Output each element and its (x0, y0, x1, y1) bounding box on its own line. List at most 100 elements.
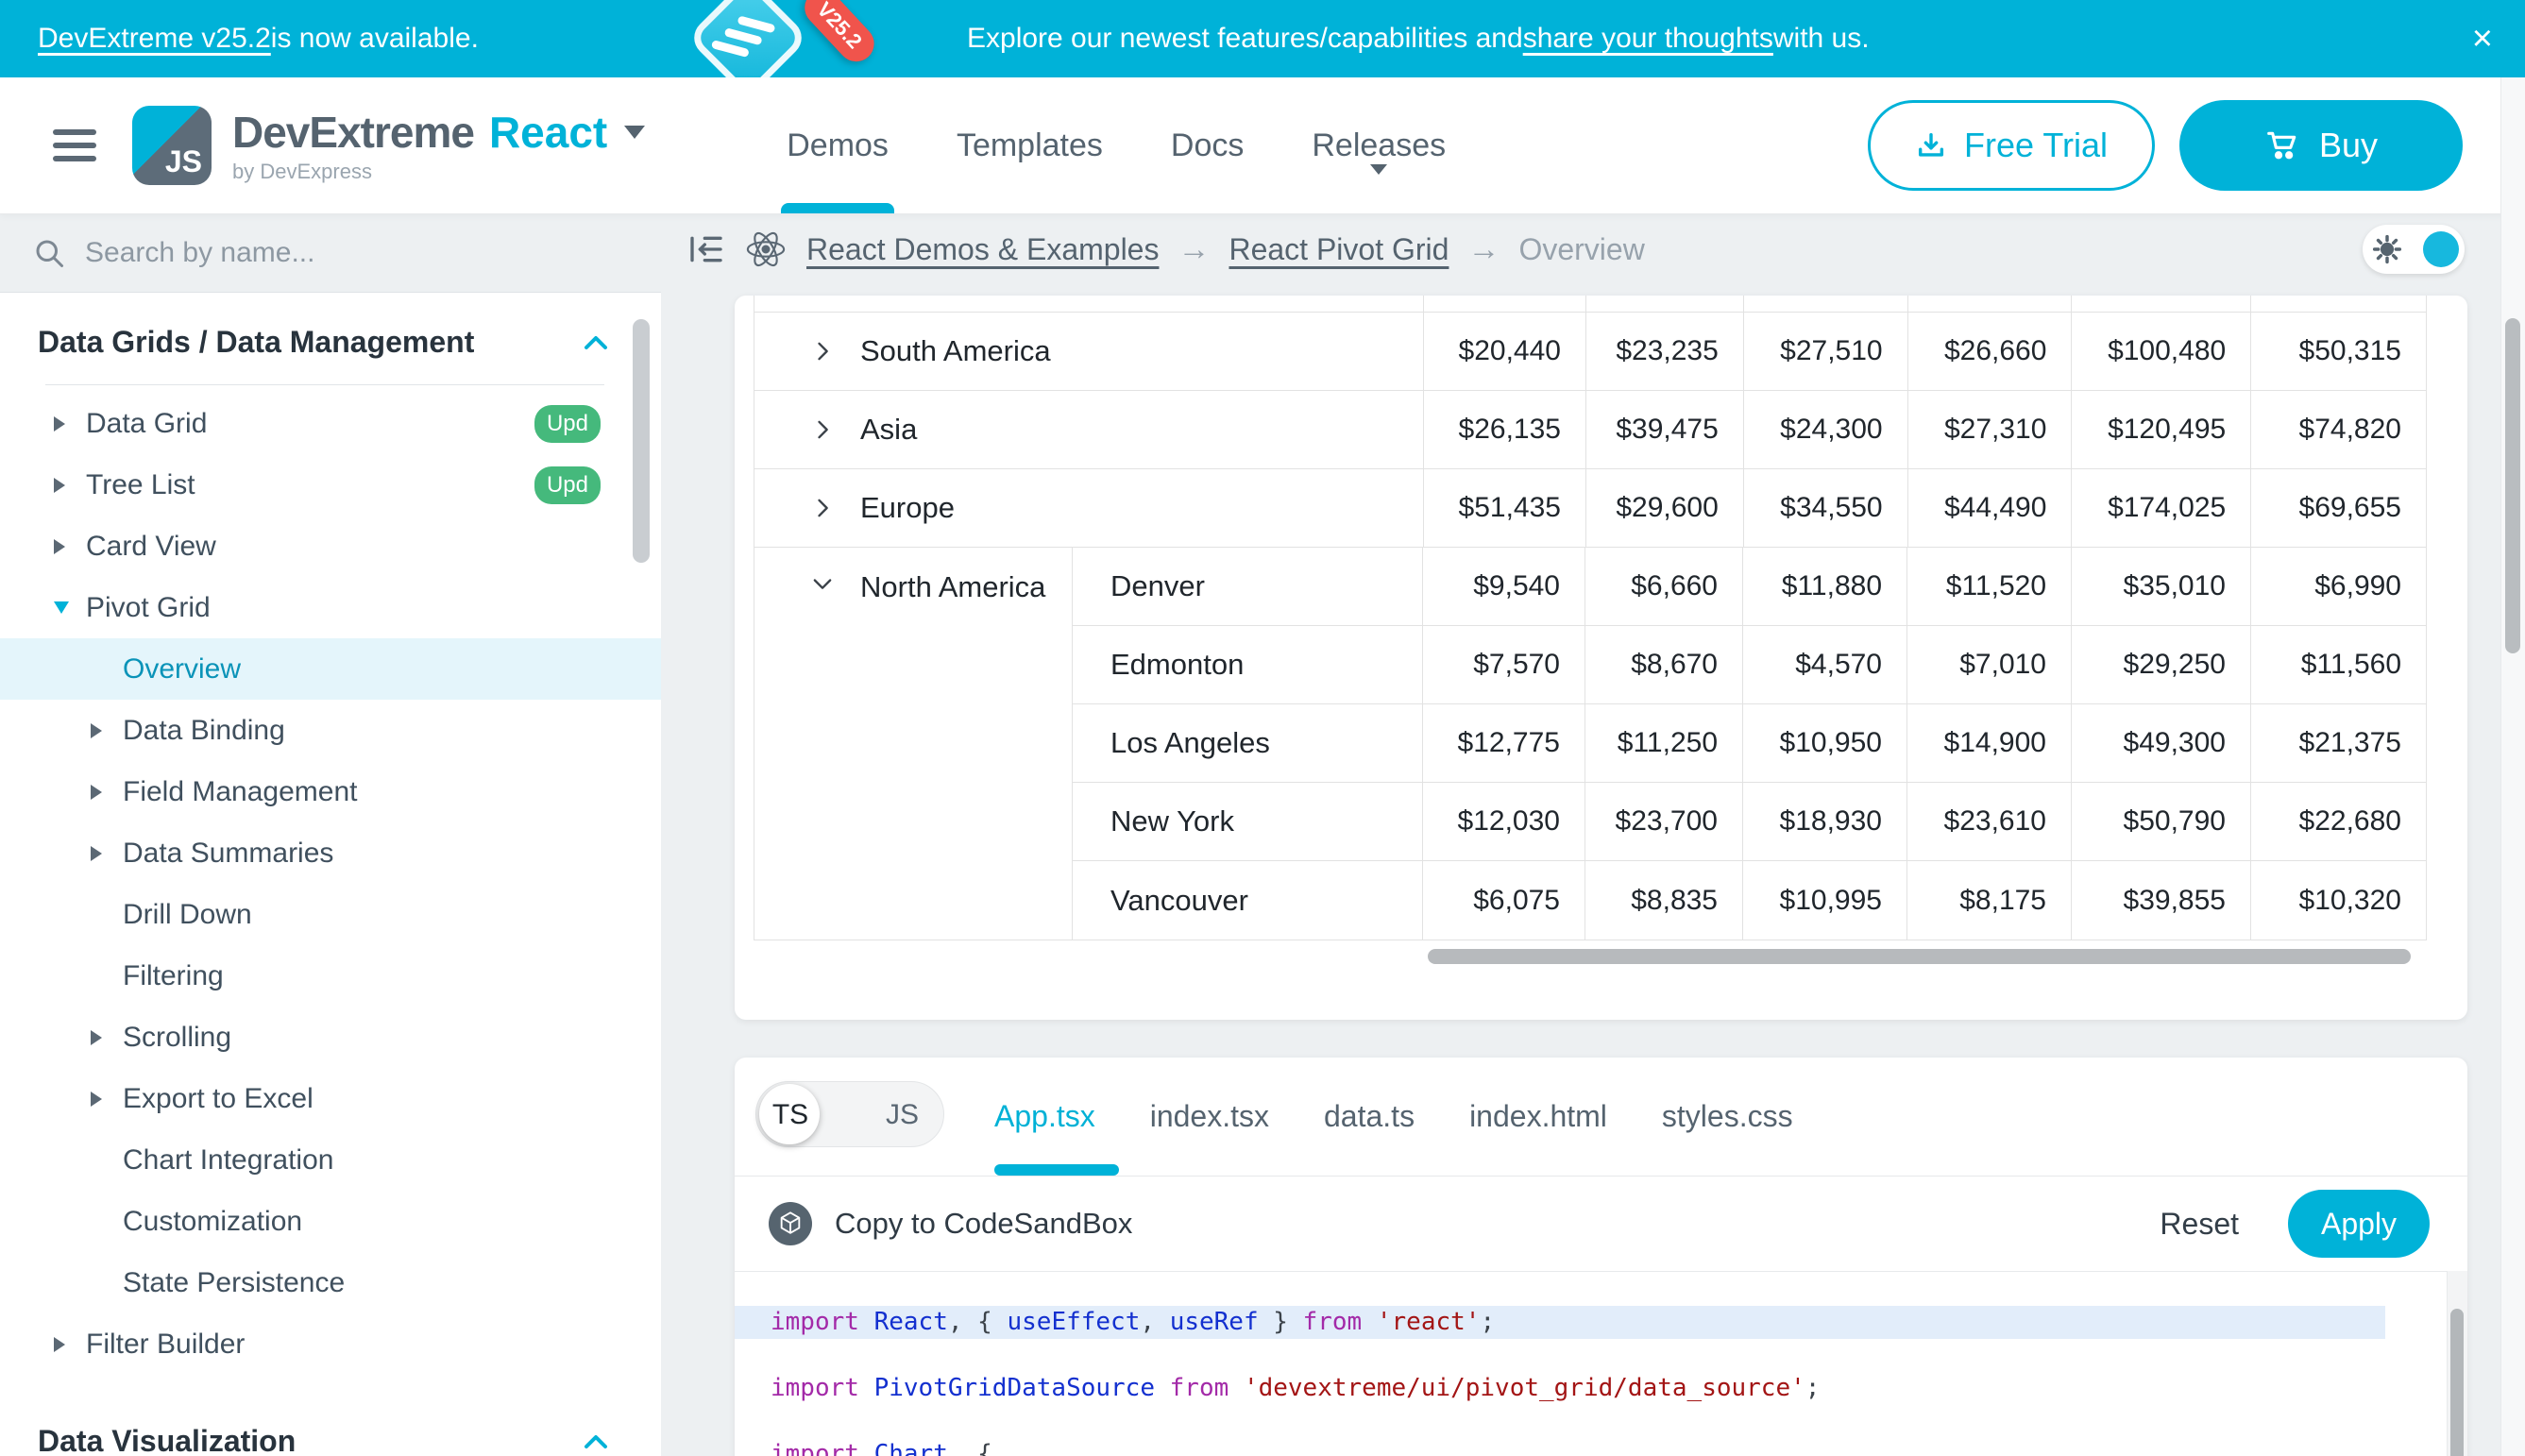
reset-button[interactable]: Reset (2160, 1207, 2239, 1242)
sidebar-item-filter-builder[interactable]: Filter Builder (0, 1313, 661, 1375)
tab-styles-css[interactable]: styles.css (1662, 1099, 1793, 1134)
apply-button[interactable]: Apply (2288, 1190, 2430, 1258)
tab-index-html[interactable]: index.html (1469, 1099, 1607, 1134)
lang-ts[interactable]: TS (756, 1082, 824, 1148)
divider (45, 384, 604, 385)
collapsed-arrow-icon (91, 723, 123, 738)
tab-data-ts[interactable]: data.ts (1324, 1099, 1415, 1134)
code-file-tabs: App.tsx index.tsx data.ts index.html styles.… (994, 1058, 1793, 1176)
breadcrumb-pivot-grid-link[interactable]: React Pivot Grid (1229, 232, 1449, 267)
main-content: React Demos & Examples → React Pivot Gri… (661, 213, 2525, 1456)
hamburger-menu-icon[interactable] (53, 122, 96, 169)
code-line (735, 1405, 2439, 1438)
pivot-value-cell: $11,560 (2250, 626, 2426, 703)
pivot-value-cell: $26,135 (1423, 391, 1585, 468)
tab-index-tsx[interactable]: index.tsx (1150, 1099, 1269, 1134)
content-shell: Data Grids / Data Management Data GridUp… (0, 213, 2525, 1456)
banner-close-icon[interactable]: × (2472, 0, 2493, 77)
section-header-data-visualization[interactable]: Data Visualization (0, 1392, 661, 1456)
pivot-value-cell: $51,435 (1423, 469, 1585, 547)
pivot-value-cell: $10,320 (2250, 861, 2426, 940)
sidebar-item-tree-list[interactable]: Tree ListUpd (0, 454, 661, 516)
sidebar-item-data-binding[interactable]: Data Binding (0, 700, 661, 761)
sidebar-item-field-management[interactable]: Field Management (0, 761, 661, 822)
breadcrumb-separator: → (1467, 231, 1500, 268)
expand-chevron-icon[interactable] (809, 338, 836, 364)
language-toggle[interactable]: TS JS (755, 1081, 944, 1147)
banner-message-pre: Explore our newest features/capabilities… (967, 23, 1523, 55)
sidebar-scrollbar[interactable] (633, 319, 650, 563)
share-thoughts-link[interactable]: share your thoughts (1523, 23, 1773, 55)
nav-item-templates[interactable]: Templates (957, 77, 1103, 213)
page-scrollbar[interactable] (2505, 318, 2520, 653)
nav-item-demos[interactable]: Demos (787, 77, 889, 213)
pivot-value-cell: $11,250 (1584, 704, 1742, 782)
pivot-row-los-angeles: Los Angeles$12,775$11,250$10,950$14,900$… (1072, 704, 2426, 783)
expanded-arrow-icon (54, 601, 86, 614)
active-tab-underline (994, 1164, 1119, 1176)
sidebar-item-label: Pivot Grid (86, 592, 211, 624)
byline: by DevExpress (232, 160, 645, 184)
expand-chevron-icon[interactable] (809, 495, 836, 521)
pivot-row-new-york: New York$12,030$23,700$18,930$23,610$50,… (1072, 783, 2426, 861)
pivot-value-cell: $44,490 (1907, 469, 2072, 547)
announcement-link[interactable]: DevExtreme v25.2 (38, 23, 271, 55)
buy-button[interactable]: Buy (2179, 100, 2463, 191)
pivot-city-label-cell: Edmonton (1072, 626, 1422, 703)
sidebar-item-label: Export to Excel (123, 1083, 314, 1115)
pivot-value-cell: $174,025 (2071, 469, 2250, 547)
sidebar-item-overview[interactable]: Overview (0, 638, 661, 700)
pivot-value-cell: $50,315 (2250, 313, 2426, 390)
sidebar-item-scrolling[interactable]: Scrolling (0, 1007, 661, 1068)
search-icon (32, 236, 66, 270)
sidebar-item-card-view[interactable]: Card View (0, 516, 661, 577)
active-nav-underline (781, 203, 894, 213)
free-trial-button[interactable]: Free Trial (1868, 100, 2155, 191)
pivot-value-cell: $8,175 (1906, 861, 2071, 940)
sidebar-item-filtering[interactable]: Filtering (0, 945, 661, 1007)
sidebar-item-drill-down[interactable]: Drill Down (0, 884, 661, 945)
sidebar-item-state-persistence[interactable]: State Persistence (0, 1252, 661, 1313)
sidebar-item-data-grid[interactable]: Data GridUpd (0, 393, 661, 454)
search-input[interactable] (85, 237, 661, 269)
pivot-city-rows: Denver$9,540$6,660$11,880$11,520$35,010$… (1072, 548, 2426, 940)
pivot-value-cell: $4,570 (1742, 626, 1906, 703)
devextreme-cube-logo: V25.2 (667, 0, 912, 77)
pivot-grid-demo-card: South America$20,440$23,235$27,510$26,66… (735, 296, 2467, 1020)
js-logo[interactable]: JS (132, 106, 212, 185)
theme-toggle[interactable] (2363, 225, 2465, 274)
expand-chevron-icon[interactable] (809, 416, 836, 443)
pivot-value-cell: $49,300 (2071, 704, 2250, 782)
collapse-chevron-icon[interactable] (809, 570, 836, 940)
pivot-horizontal-scrollbar[interactable] (1428, 949, 2411, 964)
pivot-value-cell: $35,010 (2071, 548, 2250, 625)
code-line: import PivotGridDataSource from 'devextr… (735, 1372, 2439, 1405)
collapsed-arrow-icon (91, 1030, 123, 1045)
pivot-value-cell: $7,010 (1906, 626, 2071, 703)
pivot-row-label-cell (754, 296, 1423, 312)
collapsed-arrow-icon (54, 416, 86, 432)
tab-app-tsx[interactable]: App.tsx (994, 1099, 1095, 1134)
collapse-sidebar-icon[interactable] (687, 230, 725, 268)
framework-caret-icon[interactable] (624, 126, 645, 139)
code-scrollbar[interactable] (2450, 1309, 2464, 1456)
pivot-value-cell: $12,775 (1422, 704, 1584, 782)
breadcrumb-demos-link[interactable]: React Demos & Examples (806, 232, 1159, 267)
sidebar-item-chart-integration[interactable]: Chart Integration (0, 1129, 661, 1191)
code-editor[interactable]: import React, { useEffect, useRef } from… (735, 1272, 2439, 1456)
section-header-data-grids[interactable]: Data Grids / Data Management (0, 293, 661, 384)
breadcrumb: React Demos & Examples → React Pivot Gri… (661, 213, 2525, 285)
sidebar-item-pivot-grid[interactable]: Pivot Grid (0, 577, 661, 638)
pivot-value-cell: $120,495 (2071, 391, 2250, 468)
nav-item-docs[interactable]: Docs (1171, 77, 1244, 213)
sidebar-item-export-to-excel[interactable]: Export to Excel (0, 1068, 661, 1129)
copy-to-codesandbox-button[interactable]: Copy to CodeSandBox (769, 1202, 1132, 1245)
pivot-value-cell (1423, 296, 1585, 312)
nav-item-releases[interactable]: Releases (1312, 77, 1446, 213)
lang-js[interactable]: JS (886, 1082, 919, 1148)
framework-name[interactable]: React (489, 107, 607, 158)
sidebar-item-data-summaries[interactable]: Data Summaries (0, 822, 661, 884)
sidebar-item-customization[interactable]: Customization (0, 1191, 661, 1252)
sidebar-item-label: Overview (123, 653, 241, 686)
product-logo[interactable]: DevExtreme React by DevExpress (232, 107, 645, 184)
